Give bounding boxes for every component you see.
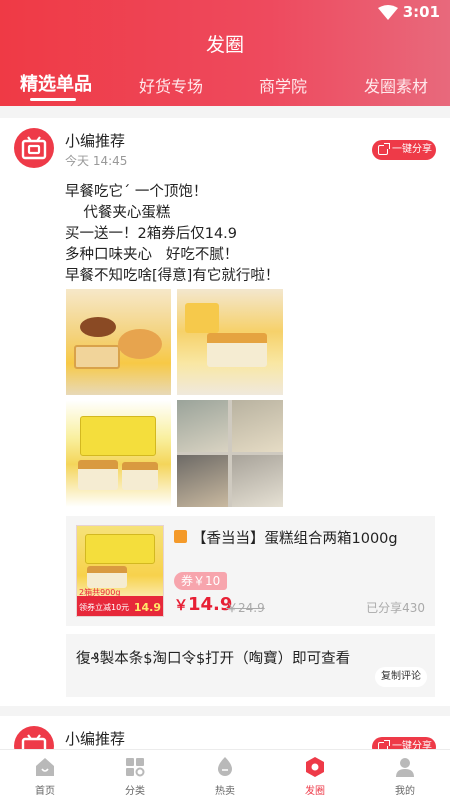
product-price: ￥14.9 <box>174 594 232 615</box>
share-label: 一键分享 <box>392 144 432 155</box>
tab-business-school[interactable]: 商学院 <box>259 73 307 97</box>
post-text-line: 早餐不知吃啥[得意]有它就行啦！ <box>65 268 280 284</box>
post-text-line: 买一送一！2箱券后仅14.9 <box>65 226 238 242</box>
moments-icon <box>306 757 324 777</box>
tab-active-indicator <box>30 98 76 101</box>
price-symbol: ￥ <box>174 598 188 614</box>
hot-sale-icon <box>218 757 232 776</box>
comment-text: 復₰製本条$淘口令$打开（啕寶）即可查看 <box>76 651 351 667</box>
tab-moments-material[interactable]: 发圈素材 <box>364 73 428 97</box>
nav-label: 热卖 <box>215 786 235 797</box>
status-time: 3:01 <box>402 3 440 21</box>
bottom-nav: 首页 分类 热卖 发圈 我的 <box>0 749 450 800</box>
post-image[interactable] <box>66 400 171 507</box>
nav-category[interactable]: 分类 <box>90 750 180 800</box>
original-price: ￥24.9 <box>226 601 265 615</box>
tab-goods-special[interactable]: 好货专场 <box>139 73 203 97</box>
shared-count: 已分享430 <box>366 601 425 615</box>
avatar[interactable] <box>14 128 54 168</box>
share-icon <box>378 143 390 155</box>
coupon-badge: 券￥10 <box>174 572 228 590</box>
product-thumbnail[interactable]: 2箱共900g 领券立减10元 14.9 <box>76 525 164 617</box>
post-image[interactable] <box>177 289 283 395</box>
nav-home[interactable]: 首页 <box>0 750 90 800</box>
post-text-line: 早餐吃它ˊ 一个顶饱！ <box>65 184 208 200</box>
thumb-promo-price: 14.9 <box>133 601 161 614</box>
tab-bar: 精选单品 好货专场 商学院 发圈素材 <box>0 70 450 101</box>
status-bar: 3:01 <box>0 0 450 26</box>
post-text: 早餐吃它ˊ 一个顶饱！ 代餐夹心蛋糕 买一送一！2箱券后仅14.9 多种口味夹心… <box>65 182 435 287</box>
one-click-share-button[interactable]: 一键分享 <box>372 140 436 160</box>
profile-icon <box>396 758 414 777</box>
nav-hot-sale[interactable]: 热卖 <box>180 750 270 800</box>
post-time: 今天 14:45 <box>65 154 128 168</box>
nav-label: 发圈 <box>305 786 325 797</box>
nav-moments[interactable]: 发圈 <box>270 750 360 800</box>
post-text-line: 多种口味夹心 好吃不腻！ <box>65 247 239 263</box>
comment-box: 復₰製本条$淘口令$打开（啕寶）即可查看 复制评论 <box>66 634 435 697</box>
post-author: 小编推荐 <box>65 730 126 748</box>
tab-featured[interactable]: 精选单品 <box>20 70 92 96</box>
nav-label: 我的 <box>395 786 415 797</box>
header: 3:01 发圈 精选单品 好货专场 商学院 发圈素材 <box>0 0 450 106</box>
shop-icon <box>21 136 47 160</box>
tmall-source-icon <box>174 530 187 543</box>
product-card[interactable]: 2箱共900g 领券立减10元 14.9 【香当当】蛋糕组合两箱1000g 券￥… <box>66 516 435 626</box>
product-title: 【香当当】蛋糕组合两箱1000g <box>192 531 398 547</box>
wifi-icon <box>378 5 398 20</box>
nav-label: 首页 <box>35 786 55 797</box>
post-text-line: 代餐夹心蛋糕 <box>65 205 171 221</box>
nav-label: 分类 <box>125 786 145 797</box>
post-image[interactable] <box>66 289 171 395</box>
post-author: 小编推荐 <box>65 132 126 150</box>
copy-comment-button[interactable]: 复制评论 <box>375 667 427 687</box>
thumb-promo-label: 领券立减10元 <box>79 603 130 612</box>
nav-profile[interactable]: 我的 <box>360 750 450 800</box>
post-image-collage[interactable] <box>177 400 283 507</box>
category-icon <box>126 758 145 777</box>
page-title: 发圈 <box>205 34 244 56</box>
home-icon <box>36 758 54 776</box>
